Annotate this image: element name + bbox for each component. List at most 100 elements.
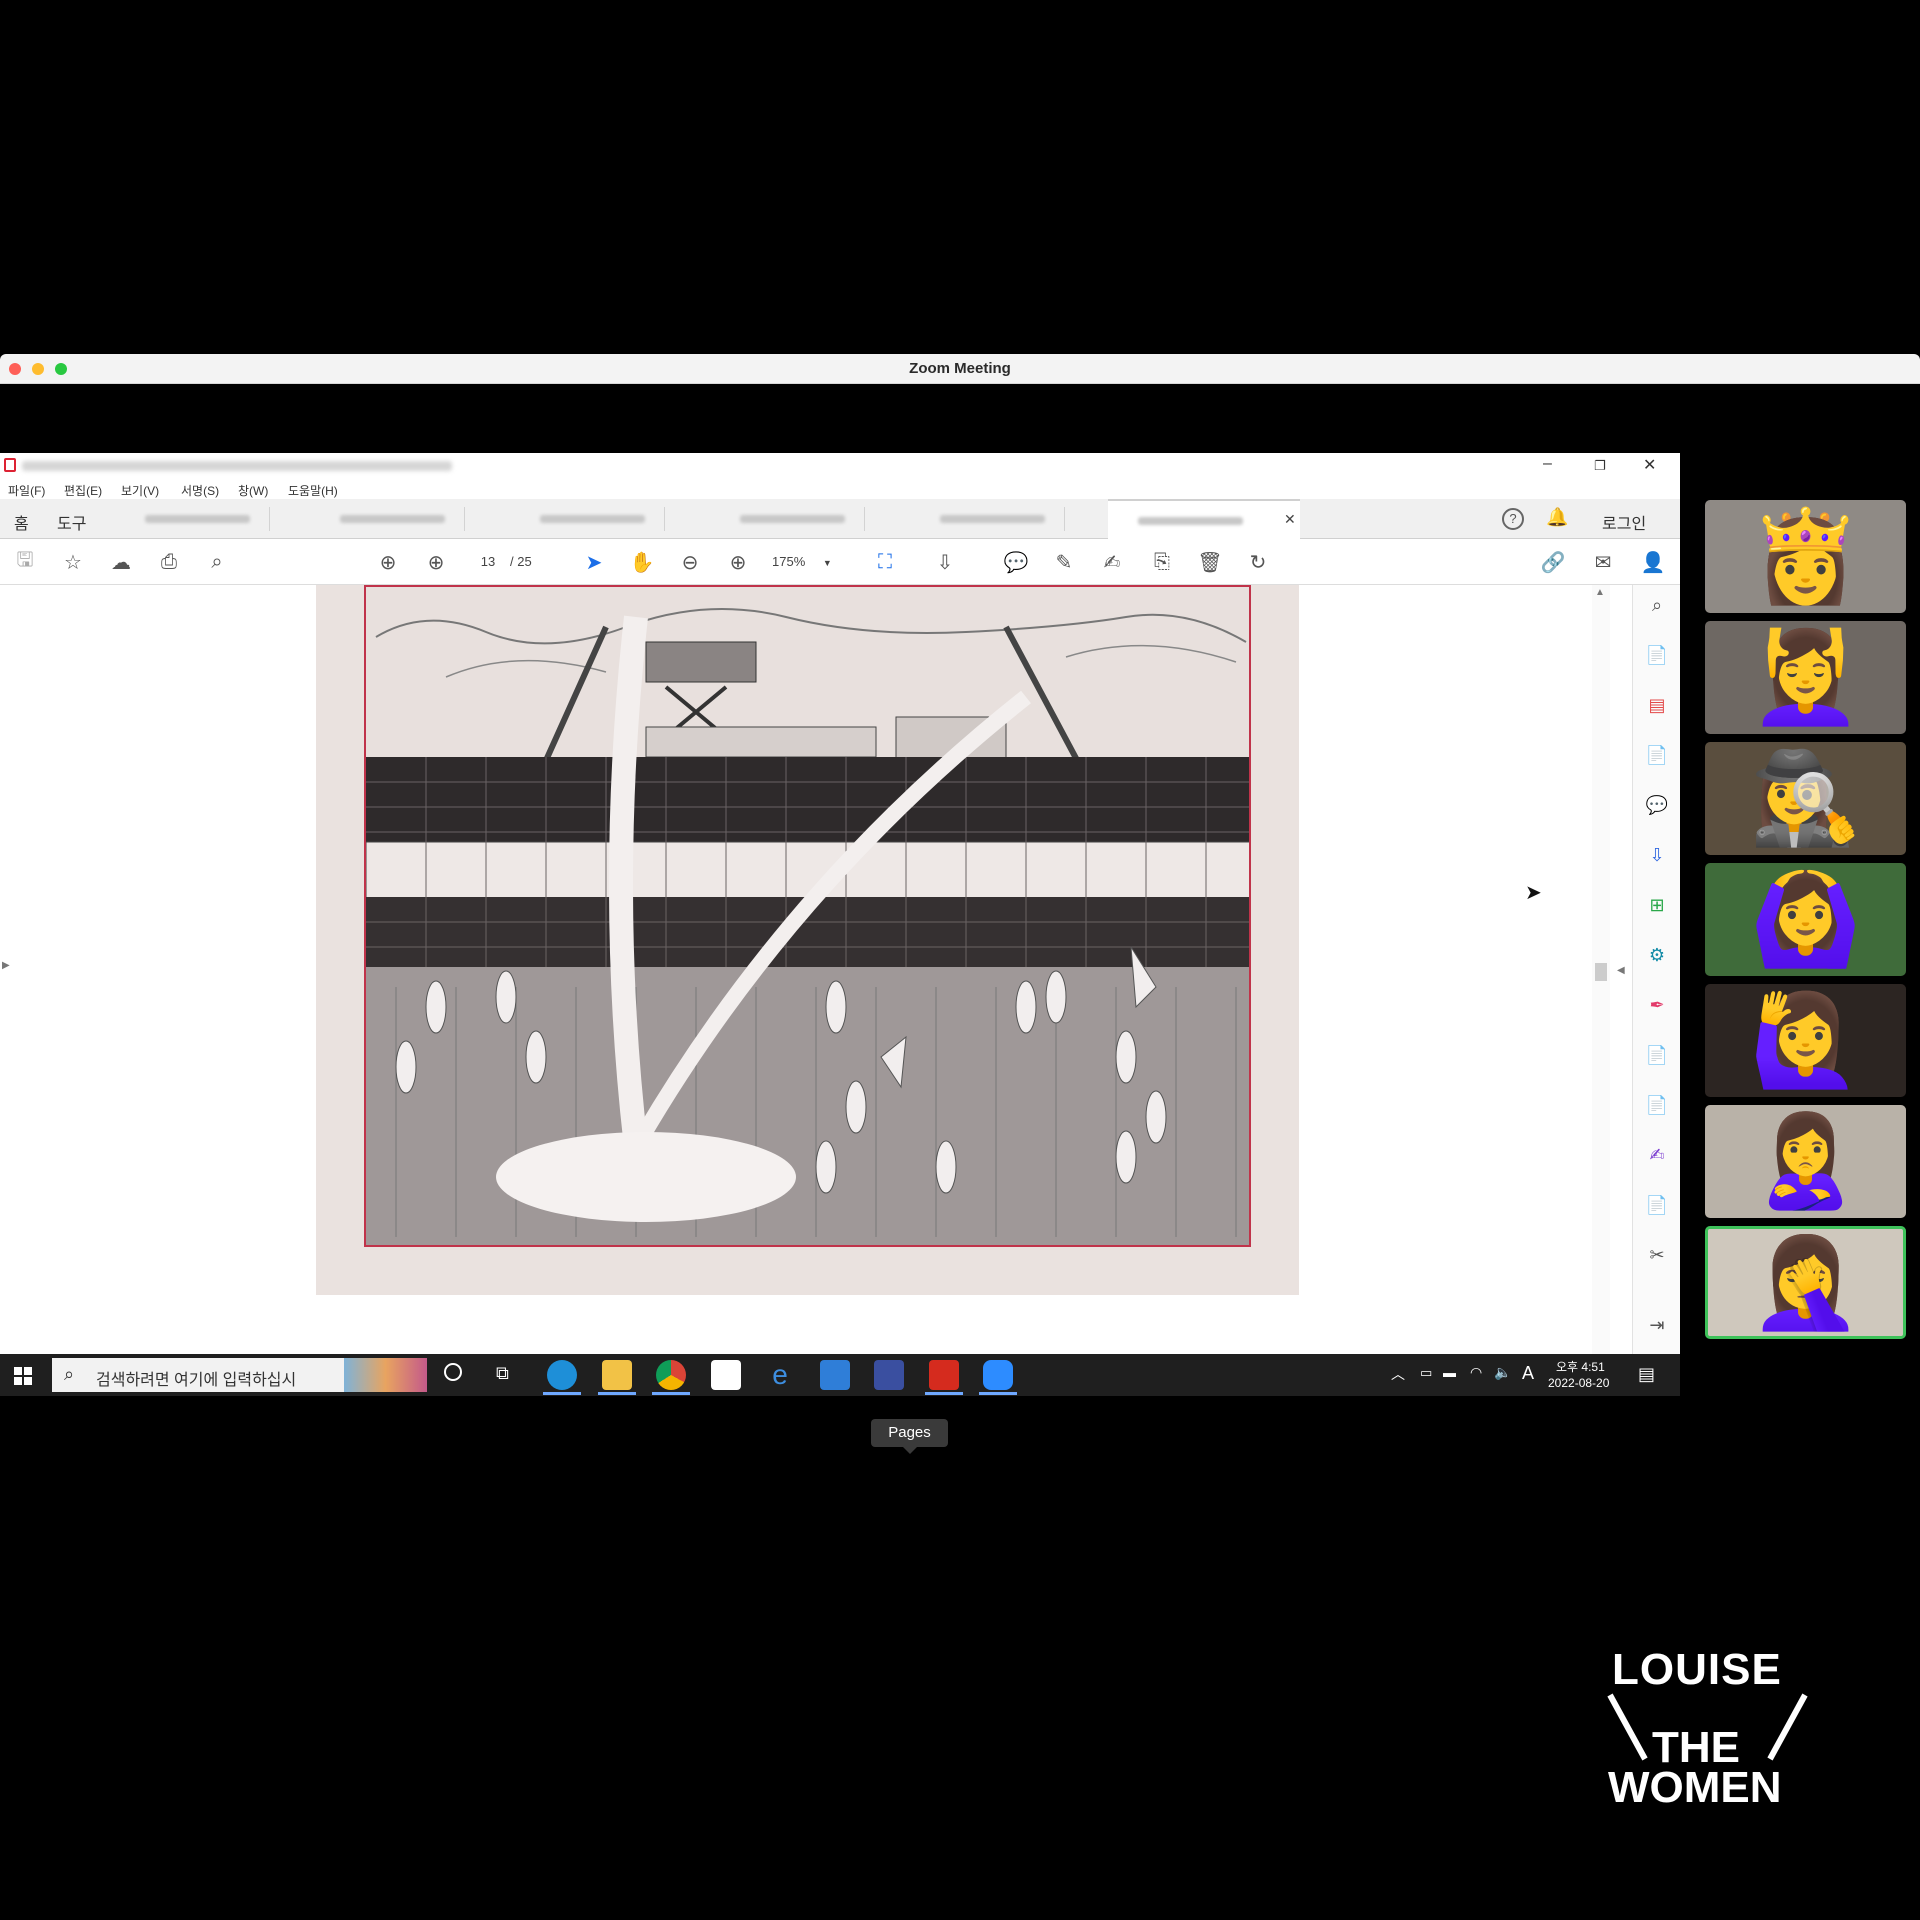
acrobat-taskbar-icon[interactable] xyxy=(929,1360,959,1390)
menu-edit[interactable]: 편집(E) xyxy=(64,482,102,499)
scroll-up-icon[interactable]: ▲ xyxy=(1595,587,1605,598)
participant-tile[interactable]: 🙎‍♀️ xyxy=(1705,1105,1906,1218)
zoom-in-icon[interactable]: ⊕ xyxy=(725,549,751,575)
menu-file[interactable]: 파일(F) xyxy=(8,482,45,499)
rotate-icon[interactable]: ↻ xyxy=(1245,549,1271,575)
participant-tile[interactable]: 🕵️‍♀️ xyxy=(1705,742,1906,855)
draw-icon[interactable]: ✍ xyxy=(1099,549,1125,575)
internet-explorer-icon[interactable]: e xyxy=(765,1360,795,1390)
restore-icon[interactable]: ❐ xyxy=(1594,458,1606,474)
document-tab[interactable] xyxy=(525,507,665,531)
help-icon[interactable]: ? xyxy=(1502,508,1524,530)
bookmark-star-icon[interactable]: ☆ xyxy=(60,549,86,575)
onenote-icon[interactable] xyxy=(874,1360,904,1390)
chevron-up-icon[interactable]: ︿ xyxy=(1391,1364,1405,1384)
left-panel-toggle-icon[interactable]: ▶ xyxy=(2,960,10,971)
close-tab-icon[interactable]: ✕ xyxy=(1284,511,1296,528)
email-icon[interactable]: ✉ xyxy=(1590,549,1616,575)
battery-icon[interactable]: ▬ xyxy=(1443,1365,1456,1380)
scroll-mode-icon[interactable]: ⇩ xyxy=(932,549,958,575)
print-icon[interactable]: ⎙ xyxy=(156,549,182,575)
request-signature-icon[interactable]: ✍ xyxy=(1645,1143,1669,1167)
clock-time[interactable]: 오후 4:51 xyxy=(1556,1358,1605,1375)
network-icon[interactable]: ▭ xyxy=(1420,1365,1432,1381)
send-review-icon[interactable]: 📄 xyxy=(1645,1193,1669,1217)
ime-indicator[interactable]: A xyxy=(1522,1363,1534,1384)
clock-date[interactable]: 2022-08-20 xyxy=(1548,1376,1609,1390)
save-icon[interactable]: 🖫 xyxy=(12,549,38,575)
login-link[interactable]: 로그인 xyxy=(1602,510,1646,534)
tooltip-arrow xyxy=(902,1446,918,1454)
hand-tool-icon[interactable]: ✋ xyxy=(629,549,655,575)
zoom-search-icon[interactable]: ⌕ xyxy=(204,549,230,575)
collapse-rail-icon[interactable]: ◀ xyxy=(1617,965,1625,976)
task-view-icon[interactable]: ⧉ xyxy=(496,1363,509,1384)
participant-tile-active-speaker[interactable]: 🤦‍♀️ xyxy=(1705,1226,1906,1339)
wifi-icon[interactable]: ◠ xyxy=(1470,1364,1482,1381)
previous-page-icon[interactable]: ⊕ xyxy=(375,549,401,575)
fit-page-icon[interactable]: ⛶ xyxy=(872,549,898,575)
cortana-icon[interactable] xyxy=(444,1363,462,1381)
create-pdf-icon[interactable]: 📄 xyxy=(1645,643,1669,667)
account-icon[interactable]: 👤 xyxy=(1640,549,1666,575)
link-share-icon[interactable]: 🔗 xyxy=(1540,549,1566,575)
participant-tile[interactable]: 👸 xyxy=(1705,500,1906,613)
stamp-icon[interactable]: ⎘ xyxy=(1149,549,1175,575)
fill-sign-icon[interactable]: ✒ xyxy=(1645,993,1669,1017)
edit-pdf-icon[interactable]: 📄 xyxy=(1645,1043,1669,1067)
scan-ocr-icon[interactable]: ⚙ xyxy=(1645,943,1669,967)
document-tab[interactable] xyxy=(130,507,270,531)
zoom-magnifier-icon[interactable]: ⌕ xyxy=(1645,593,1669,617)
menu-window[interactable]: 창(W) xyxy=(238,482,268,499)
upload-cloud-icon[interactable]: ☁ xyxy=(108,549,134,575)
protect-icon[interactable]: 📄 xyxy=(1645,1093,1669,1117)
file-explorer-icon[interactable] xyxy=(602,1360,632,1390)
export-pdf-icon[interactable]: 📄 xyxy=(1645,743,1669,767)
scrollbar-thumb[interactable] xyxy=(1595,963,1607,981)
participant-tile[interactable]: 🙆‍♀️ xyxy=(1705,863,1906,976)
document-tab[interactable] xyxy=(925,507,1065,531)
document-tab[interactable] xyxy=(325,507,465,531)
mail-icon[interactable] xyxy=(820,1360,850,1390)
zoom-level-dropdown[interactable]: 175% ▼ xyxy=(772,551,842,573)
tab-home[interactable]: 홈 xyxy=(14,510,29,534)
highlight-pen-icon[interactable]: ✎ xyxy=(1051,549,1077,575)
collapse-panel-icon[interactable]: ⇥ xyxy=(1645,1313,1669,1337)
document-view[interactable]: ▶ ➤ xyxy=(0,585,1610,1395)
comment-tool-icon[interactable]: 💬 xyxy=(1645,793,1669,817)
menu-view[interactable]: 보기(V) xyxy=(121,482,159,499)
next-page-icon[interactable]: ⊕ xyxy=(423,549,449,575)
volume-icon[interactable]: 🔈 xyxy=(1494,1364,1511,1381)
store-icon[interactable] xyxy=(711,1360,741,1390)
edge-browser-icon[interactable] xyxy=(547,1360,577,1390)
tab-tools[interactable]: 도구 xyxy=(57,510,86,534)
combine-files-icon[interactable]: ⇩ xyxy=(1645,843,1669,867)
participant-tile[interactable]: 💆‍♀️ xyxy=(1705,621,1906,734)
chrome-icon[interactable] xyxy=(656,1360,686,1390)
tab-bar: 홈 도구 ✕ ? 🔔 로그인 xyxy=(0,499,1680,539)
close-icon[interactable]: ✕ xyxy=(1643,455,1656,475)
zoom-out-icon[interactable]: ⊖ xyxy=(677,549,703,575)
participant-tile[interactable]: 🙋‍♀️ xyxy=(1705,984,1906,1097)
zoom-window: Zoom Meeting – ❐ ✕ 파일(F) 편집(E) 보기(V) 서명(… xyxy=(0,354,1920,1464)
menu-help[interactable]: 도움말(H) xyxy=(288,482,338,499)
page-number-input[interactable]: 13 xyxy=(468,551,508,573)
organize-pages-icon[interactable]: ▤ xyxy=(1645,693,1669,717)
more-tools-icon[interactable]: ✂ xyxy=(1645,1243,1669,1267)
minimize-icon[interactable]: – xyxy=(1543,455,1552,473)
comment-icon[interactable]: 💬 xyxy=(1003,549,1029,575)
vertical-scrollbar[interactable]: ▲ ▼ xyxy=(1592,585,1610,1395)
acrobat-titlebar: – ❐ ✕ xyxy=(0,453,1680,479)
select-cursor-icon[interactable]: ➤ xyxy=(581,549,607,575)
menu-sign[interactable]: 서명(S) xyxy=(181,482,219,499)
taskbar-search-box[interactable]: ⌕ 검색하려면 여기에 입력하십시 xyxy=(52,1358,427,1392)
document-tab-active[interactable]: ✕ xyxy=(1108,499,1300,539)
compress-icon[interactable]: ⊞ xyxy=(1645,893,1669,917)
delete-icon[interactable]: 🗑 xyxy=(1197,549,1223,575)
bell-icon[interactable]: 🔔 xyxy=(1546,507,1568,528)
notification-icon[interactable]: ▤ xyxy=(1638,1364,1655,1385)
participant-emoji: 🕵️‍♀️ xyxy=(1749,748,1862,849)
windows-start-icon[interactable] xyxy=(14,1367,32,1385)
document-tab[interactable] xyxy=(725,507,865,531)
zoom-taskbar-icon[interactable] xyxy=(983,1360,1013,1390)
